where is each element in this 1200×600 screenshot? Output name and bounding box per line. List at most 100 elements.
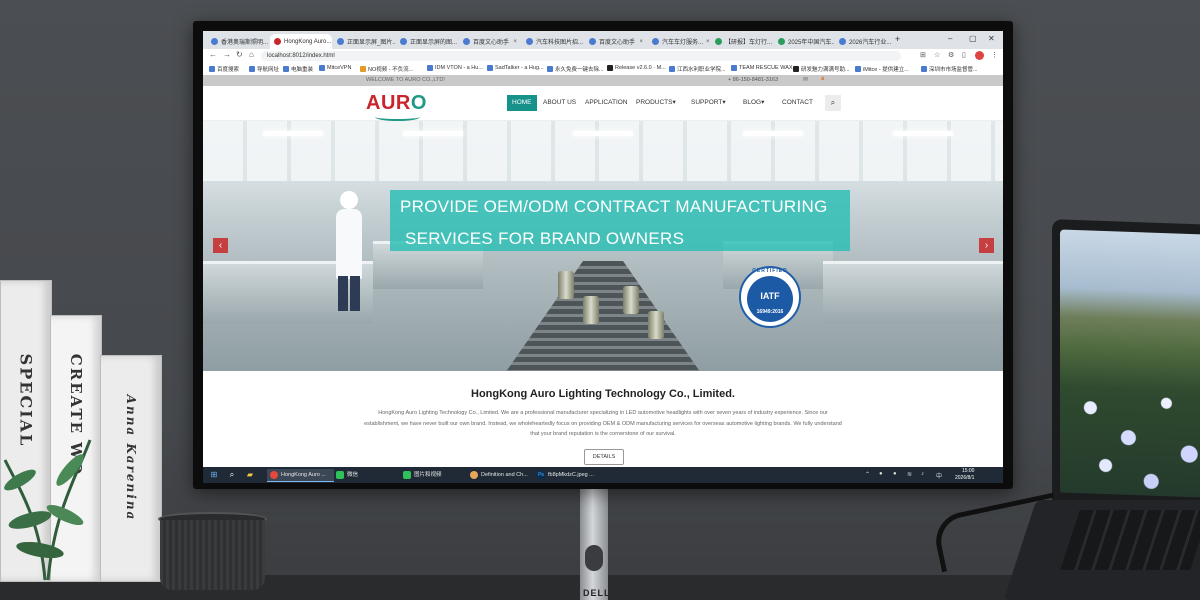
new-tab-icon[interactable]: + xyxy=(895,34,900,44)
browser-tab[interactable]: 百度文心助手 × xyxy=(585,34,647,49)
close-icon[interactable]: × xyxy=(891,39,893,45)
taskbar-app-wechat[interactable]: 微信 xyxy=(333,469,400,481)
tab-label: 2025年中国汽车... xyxy=(788,40,834,46)
close-icon[interactable]: × xyxy=(583,39,584,45)
bookmark[interactable]: 江西水利职业学院... xyxy=(669,65,726,73)
hero-headline-line1: PROVIDE OEM/ODM CONTRACT MANUFACTURING xyxy=(400,197,828,216)
taskbar-app-photos[interactable]: 图片和视频 xyxy=(400,469,467,481)
bookmark[interactable]: 研发魅力满满号助... xyxy=(793,65,850,73)
bookmark-star-icon[interactable]: ☆ xyxy=(934,51,940,59)
browser-tab[interactable]: 2026汽车行业...× xyxy=(835,34,893,49)
bookmark[interactable]: iMitce - 提供建立... xyxy=(855,65,909,73)
taskbar-app-chrome[interactable]: HongKong Auro ... xyxy=(267,469,334,482)
search-icon[interactable]: ⌕ xyxy=(825,95,841,111)
taskbar-clock[interactable]: 15:00 2026/8/1 xyxy=(955,468,974,482)
browser-tab[interactable]: 香港奥瑞斯照明...× xyxy=(207,34,269,49)
translate-icon[interactable]: ⊞ xyxy=(920,51,926,59)
welcome-text: WELCOME TO AURO CO.,LTD! xyxy=(366,77,445,83)
bookmark[interactable]: 深圳市市场监督管... xyxy=(921,65,978,73)
browser-tab[interactable]: 汽车车灯服务... × xyxy=(648,34,710,49)
nav-contact[interactable]: CONTACT xyxy=(777,95,818,111)
close-icon[interactable]: × xyxy=(636,39,643,45)
maximize-icon[interactable]: ▢ xyxy=(969,34,977,43)
nav-blog[interactable]: BLOG▾ xyxy=(738,95,769,111)
profile-avatar[interactable] xyxy=(975,51,984,60)
nav-home[interactable]: HOME xyxy=(507,95,537,111)
caret-down-icon: ▾ xyxy=(672,99,676,106)
search-icon[interactable]: ⌕ xyxy=(227,470,237,480)
browser-tab[interactable]: 正面显示屏_图片... × xyxy=(333,34,395,49)
alibaba-icon[interactable]: a xyxy=(821,76,824,82)
tray-chevron-icon[interactable]: ⌃ xyxy=(865,471,870,478)
volume-icon[interactable]: ♪ xyxy=(921,471,924,477)
close-icon[interactable]: × xyxy=(772,39,773,45)
taskbar-app-document[interactable]: Definition and Ch... xyxy=(467,469,534,481)
taskbar-app-label: 微信 xyxy=(347,472,359,478)
windows-start-icon[interactable]: ⊞ xyxy=(209,470,219,480)
nav-label: SUPPORT xyxy=(691,99,723,106)
site-top-bar: WELCOME TO AURO CO.,LTD! + 86-150-8481-3… xyxy=(203,75,1003,86)
close-icon[interactable]: × xyxy=(703,39,710,45)
extensions-icon[interactable]: ⚙ xyxy=(948,51,954,59)
reload-icon[interactable]: ↻ xyxy=(236,50,243,59)
nav-products[interactable]: PRODUCTS▾ xyxy=(631,95,681,111)
bookmark[interactable]: MitceVPN xyxy=(319,65,351,71)
bookmark[interactable]: Release v2.6.0 · M... xyxy=(607,65,666,71)
wifi-icon[interactable]: ≋ xyxy=(907,471,912,478)
close-icon[interactable]: × xyxy=(331,39,332,45)
taskbar-app-photoshop[interactable]: Ps fb8pMkdzC.jpeg ... xyxy=(534,469,601,481)
auro-logo[interactable]: AURO xyxy=(366,92,427,115)
bookmark[interactable]: 电脑重装 xyxy=(283,65,313,73)
close-window-icon[interactable]: ✕ xyxy=(988,34,995,43)
bookmark[interactable]: SadTalker - a Hug... xyxy=(487,65,544,71)
bookmark[interactable]: 导航网址 xyxy=(249,65,279,73)
nav-application[interactable]: APPLICATION xyxy=(580,95,633,111)
details-button[interactable]: DETAILS xyxy=(584,449,624,465)
bookmark-label: 深圳市市场监督管... xyxy=(929,67,978,73)
favicon-icon xyxy=(463,38,470,45)
ceiling-light xyxy=(263,131,323,136)
forward-icon[interactable]: → xyxy=(223,50,231,59)
browser-tab[interactable]: 2025年中国汽车... × xyxy=(774,34,834,49)
close-icon[interactable]: × xyxy=(457,39,458,45)
tray-app-icon[interactable]: ● xyxy=(893,471,897,477)
nav-about-us[interactable]: ABOUT US xyxy=(538,95,581,111)
minimize-icon[interactable]: – xyxy=(948,34,952,43)
close-icon[interactable]: × xyxy=(510,39,517,45)
headlight-bulb xyxy=(623,286,639,314)
sidebar-icon[interactable]: ▯ xyxy=(962,51,966,59)
bookmark[interactable]: 永久免费一键去除... xyxy=(547,65,604,73)
back-icon[interactable]: ← xyxy=(209,50,217,59)
input-method-icon[interactable]: 中 xyxy=(936,471,942,480)
bookmark-label: TEAM RESCUE WAX xyxy=(739,65,793,71)
browser-tab-active[interactable]: HongKong Auro...× xyxy=(270,34,332,49)
email-icon[interactable]: ✉ xyxy=(803,76,808,83)
bookmark-label: 电脑重装 xyxy=(291,67,314,73)
tray-app-icon[interactable]: ● xyxy=(879,471,883,477)
browser-tab[interactable]: 百度文心助手 × xyxy=(459,34,521,49)
plant xyxy=(3,439,92,580)
tab-label: 百度文心助手 xyxy=(473,40,510,46)
phone-number[interactable]: + 86-150-8481-3163 xyxy=(728,77,778,83)
home-icon[interactable]: ⌂ xyxy=(249,50,254,59)
badge-name: IATF xyxy=(760,291,780,301)
url-field[interactable]: localhost:8012/index.html xyxy=(261,51,901,61)
nav-support[interactable]: SUPPORT▾ xyxy=(686,95,731,111)
browser-tab[interactable]: 正面显示屏的图...× xyxy=(396,34,458,49)
slider-next-button[interactable]: › xyxy=(979,238,994,253)
browser-tab[interactable]: 【研报】车灯行...× xyxy=(711,34,773,49)
book-title: Anna Karenina xyxy=(124,394,138,522)
menu-icon[interactable]: ⋮ xyxy=(991,51,998,59)
bookmark[interactable]: 百度搜索 xyxy=(209,65,239,73)
company-description: HongKong Auro Lighting Technology Co., L… xyxy=(364,410,842,437)
bookmark[interactable]: NO视频 - 不负流... xyxy=(360,65,413,73)
browser-tab[interactable]: 汽车科技图片招...× xyxy=(522,34,584,49)
tab-label: 【研报】车灯行... xyxy=(725,40,773,46)
bookmark[interactable]: TEAM RESCUE WAX xyxy=(731,65,793,71)
bookmark[interactable]: IDM VTON - a Hu... xyxy=(427,65,483,71)
hero-slider: PROVIDE OEM/ODM CONTRACT MANUFACTURING S… xyxy=(203,121,1003,371)
tab-label: 2026汽车行业... xyxy=(849,40,892,46)
close-icon[interactable]: × xyxy=(268,39,269,45)
slider-prev-button[interactable]: ‹ xyxy=(213,238,228,253)
file-explorer-icon[interactable]: ▰ xyxy=(245,470,255,480)
